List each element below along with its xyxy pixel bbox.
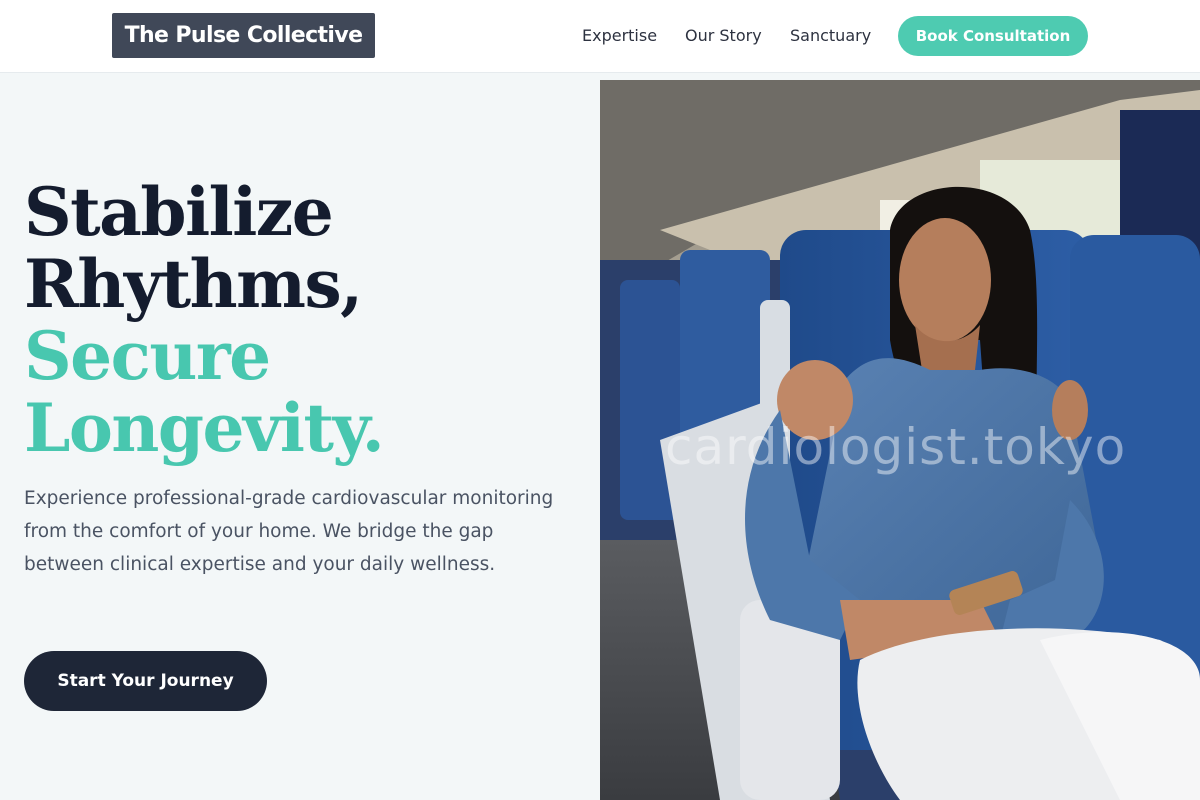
hero-description: Experience professional-grade cardiovasc… <box>24 488 554 575</box>
nav-link-expertise[interactable]: Expertise <box>582 26 657 45</box>
headline-line-4: Longevity. <box>24 389 385 467</box>
site-header: The Pulse Collective Expertise Our Story… <box>0 0 1200 73</box>
site-logo[interactable]: The Pulse Collective <box>112 13 375 58</box>
book-consultation-button[interactable]: Book Consultation <box>898 16 1088 56</box>
start-journey-button[interactable]: Start Your Journey <box>24 651 267 711</box>
hero-photo <box>600 80 1200 800</box>
nav-link-our-story[interactable]: Our Story <box>685 26 762 45</box>
headline-line-1: Stabilize <box>24 173 334 251</box>
nav-link-sanctuary[interactable]: Sanctuary <box>790 26 871 45</box>
hero-content: Stabilize Rhythms, Secure Longevity. Exp… <box>0 73 600 800</box>
hero-headline: Stabilize Rhythms, Secure Longevity. <box>24 173 385 467</box>
headline-line-3: Secure <box>24 317 271 395</box>
headline-line-2: Rhythms, <box>24 245 363 323</box>
